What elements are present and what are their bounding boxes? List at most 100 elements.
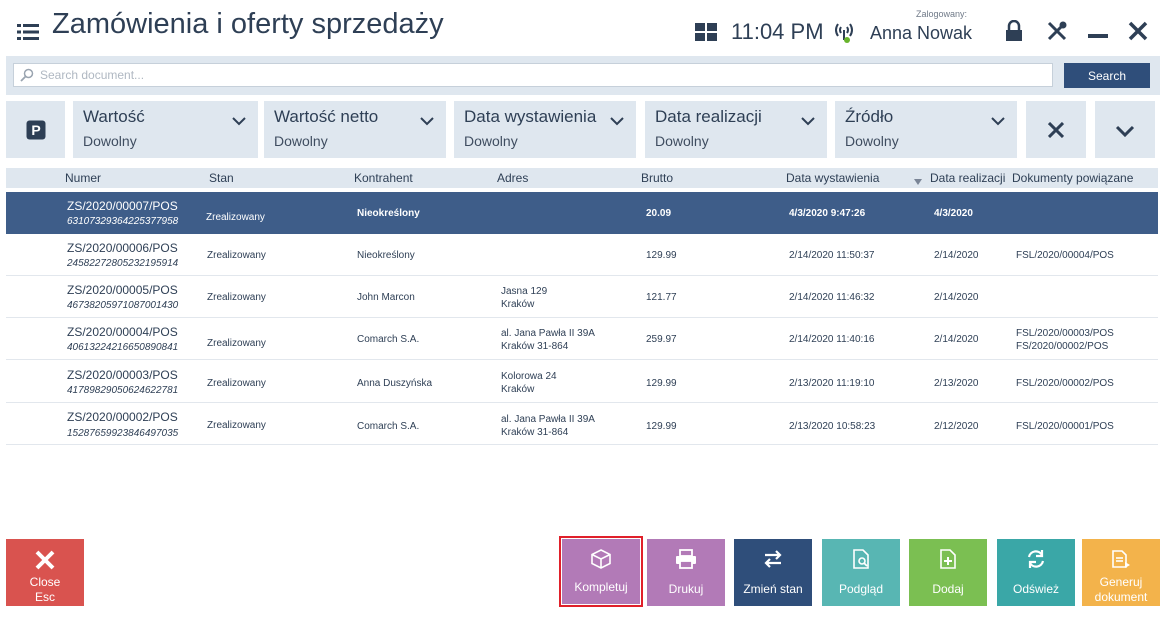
filter-zrodlo[interactable]: Źródło Dowolny [835,101,1017,158]
table-row[interactable]: ZS/2020/00003/POS 41789829050624622781 Z… [6,361,1158,403]
swap-icon [762,548,784,570]
cell-adres-1: Kolorowa 24 [501,371,557,382]
col-stan[interactable]: Stan [209,171,234,185]
expand-filters-button[interactable] [1095,101,1155,158]
table-row[interactable]: ZS/2020/00004/POS 40613224216650890841 Z… [6,318,1158,360]
cell-code: 24582272805232195914 [67,258,179,269]
cell-adres-1: al. Jana Pawła II 39A [501,414,595,425]
cell-kontrahent: Nieokreślony [357,208,420,219]
cell-code: 41789829050624622781 [67,385,179,396]
filter-data-wystawienia[interactable]: Data wystawienia Dowolny [454,101,636,158]
tools-icon[interactable] [1046,20,1068,42]
refresh-icon [1025,548,1047,570]
clear-filter-icon [1047,121,1065,139]
antenna-icon [832,20,856,44]
cell-code: 15287659923846497035 [67,428,179,439]
podglad-button[interactable]: Podgląd [822,539,900,606]
table-row[interactable]: ZS/2020/00006/POS 24582272805232195914 Z… [6,234,1158,276]
cell-code: 40613224216650890841 [67,342,179,353]
chevron-down-icon [420,113,434,131]
drukuj-button[interactable]: Drukuj [647,539,725,606]
lock-icon[interactable] [1004,19,1024,42]
filter-value: Dowolny [655,133,709,149]
parking-button[interactable]: P [6,101,65,158]
cell-numer: ZS/2020/00002/POS [67,410,178,424]
clock: 11:04 PM [731,19,824,44]
odswiez-label: Odśwież [1012,582,1059,596]
chevron-down-icon [991,113,1005,131]
cell-kontrahent: Comarch S.A. [357,421,420,432]
cell-data-realizacji: 2/13/2020 [934,378,979,389]
cell-kontrahent: Anna Duszyńska [357,378,433,389]
generuj-dokument-button[interactable]: Generuj dokument [1082,539,1160,606]
cell-brutto: 129.99 [646,421,677,432]
cell-adres-2: Kraków 31-864 [501,427,569,438]
podglad-label: Podgląd [838,582,884,596]
cell-data-realizacji: 2/14/2020 [934,250,979,261]
chevron-down-icon [610,113,624,131]
minimize-icon[interactable] [1088,34,1108,38]
chevron-down-icon [801,113,815,131]
search-button[interactable]: Search [1064,63,1150,88]
zmien-stan-label: Zmień stan [743,582,803,596]
table-header: Numer Stan Kontrahent Adres Brutto Data … [6,168,1158,188]
col-numer[interactable]: Numer [65,171,101,185]
filter-value: Dowolny [274,133,328,149]
cell-stan: Zrealizowany [207,292,266,303]
cell-numer: ZS/2020/00006/POS [67,241,178,255]
box-icon [590,548,612,570]
cell-stan: Zrealizowany [207,338,266,349]
clear-filters-button[interactable] [1026,101,1086,158]
close-button[interactable]: Close Esc [6,539,84,606]
grid-icon[interactable] [695,23,717,41]
generuj-label-2: dokument [1094,590,1148,604]
close-icon[interactable] [1128,21,1148,41]
dodaj-label: Dodaj [932,582,964,596]
cell-stan: Zrealizowany [207,420,266,431]
table-row[interactable]: ZS/2020/00002/POS 15287659923846497035 Z… [6,403,1158,445]
kompletuj-label: Kompletuj [574,580,628,594]
page-title: Zamówienia i oferty sprzedaży [52,8,444,40]
cell-data-wystawienia: 2/14/2020 11:40:16 [789,334,875,345]
cell-numer: ZS/2020/00004/POS [67,325,178,339]
close-label: Close [29,575,61,589]
cell-brutto: 20.09 [646,208,672,219]
kompletuj-button[interactable]: Kompletuj [562,539,640,604]
cell-data-wystawienia: 2/14/2020 11:50:37 [789,250,875,261]
cell-brutto: 121.77 [646,292,677,303]
cell-stan: Zrealizowany [207,378,266,389]
cell-kontrahent: Comarch S.A. [357,334,420,345]
cell-stan: Zrealizowany [207,250,266,261]
cell-data-realizacji: 4/3/2020 [934,208,973,219]
svg-text:P: P [31,122,40,138]
filter-wartosc[interactable]: Wartość Dowolny [73,101,258,158]
search-icon [20,68,34,82]
add-document-icon [937,548,959,570]
cell-data-realizacji: 2/14/2020 [934,334,979,345]
drukuj-label: Drukuj [668,582,704,596]
filter-data-realizacji[interactable]: Data realizacji Dowolny [645,101,827,158]
col-data-realizacji[interactable]: Data realizacji [930,171,1005,185]
col-data-wystawienia[interactable]: Data wystawienia [786,171,879,185]
close-key: Esc [34,590,55,604]
chevron-down-icon [232,113,246,131]
dodaj-button[interactable]: Dodaj [909,539,987,606]
table-row[interactable]: ZS/2020/00005/POS 46738205971087001430 Z… [6,276,1158,318]
search-input[interactable] [13,63,1053,87]
col-kontrahent[interactable]: Kontrahent [354,171,413,185]
zmien-stan-button[interactable]: Zmień stan [734,539,812,606]
cell-numer: ZS/2020/00003/POS [67,368,178,382]
cell-brutto: 129.99 [646,378,677,389]
cell-data-wystawienia: 2/13/2020 10:58:23 [789,421,876,432]
col-brutto[interactable]: Brutto [641,171,673,185]
cell-data-realizacji: 2/12/2020 [934,421,979,432]
table-row[interactable]: ZS/2020/00007/POS 63107329364225377958 Z… [6,192,1158,234]
cell-kontrahent: Nieokreślony [357,250,415,261]
col-dokumenty[interactable]: Dokumenty powiązane [1012,171,1133,185]
odswiez-button[interactable]: Odśwież [997,539,1075,606]
cell-dokumenty-1: FSL/2020/00004/POS [1016,250,1114,261]
filter-wartosc-netto[interactable]: Wartość netto Dowolny [264,101,446,158]
filter-value: Dowolny [845,133,899,149]
menu-icon[interactable] [17,23,39,41]
col-adres[interactable]: Adres [497,171,528,185]
